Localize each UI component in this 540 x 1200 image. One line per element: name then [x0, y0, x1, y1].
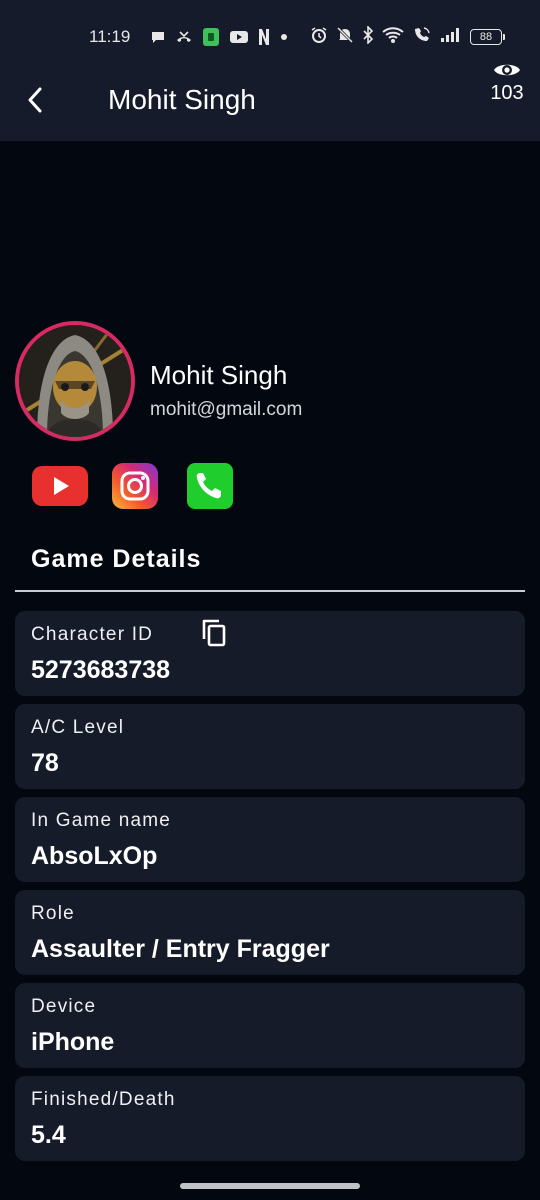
copy-button[interactable]	[199, 617, 229, 649]
detail-card-ac-level: A/C Level 78	[15, 704, 525, 789]
instagram-button[interactable]	[111, 463, 158, 509]
netflix-icon	[258, 28, 270, 46]
chevron-left-icon	[28, 87, 42, 113]
bluetooth-icon	[362, 24, 374, 49]
mute-icon	[336, 26, 354, 49]
battery-icon: 88	[470, 29, 505, 45]
youtube-button[interactable]	[32, 463, 88, 509]
detail-card-finished-death: Finished/Death 5.4	[15, 1076, 525, 1161]
signal-icon	[440, 27, 462, 48]
missed-call-icon	[175, 29, 193, 45]
detail-label: Device	[31, 996, 97, 1017]
detail-value: iPhone	[31, 1028, 115, 1056]
status-bar: 11:19 88	[0, 22, 540, 52]
alarm-icon	[310, 26, 328, 49]
dot-icon	[279, 32, 289, 42]
detail-label: Finished/Death	[31, 1089, 176, 1110]
youtube-icon	[229, 29, 249, 45]
app-icon	[202, 27, 220, 47]
detail-value: 78	[31, 749, 59, 777]
status-time: 11:19	[89, 27, 131, 46]
section-divider	[15, 590, 525, 592]
detail-card-in-game-name: In Game name AbsoLxOp	[15, 797, 525, 882]
system-icons: 88	[310, 24, 505, 49]
detail-value: Assaulter / Entry Fragger	[31, 935, 330, 963]
detail-card-character-id: Character ID 5273683738	[15, 611, 525, 696]
section-title: Game Details	[31, 545, 202, 573]
profile-name: Mohit Singh	[150, 360, 288, 390]
chat-icon	[150, 29, 166, 45]
profile-screen: 11:19 88 Mohit Singh 103 Mohit Singh moh…	[0, 0, 540, 1200]
app-header: 11:19 88 Mohit Singh 103	[0, 0, 540, 141]
copy-icon	[202, 619, 226, 647]
wifi-icon	[382, 26, 404, 49]
view-count: 103	[490, 82, 524, 104]
phone-icon	[187, 463, 233, 509]
detail-label: Role	[31, 903, 75, 924]
detail-label: In Game name	[31, 810, 172, 831]
wifi-call-icon	[412, 26, 432, 49]
avatar	[15, 321, 135, 441]
notification-icons	[150, 25, 289, 49]
detail-card-role: Role Assaulter / Entry Fragger	[15, 890, 525, 975]
page-title: Mohit Singh	[108, 84, 256, 115]
detail-value: 5273683738	[31, 656, 171, 684]
view-counter: 103	[480, 60, 534, 105]
instagram-icon	[111, 463, 158, 509]
phone-button[interactable]	[187, 463, 233, 509]
detail-label: A/C Level	[31, 717, 125, 738]
detail-card-device: Device iPhone	[15, 983, 525, 1068]
home-indicator[interactable]	[180, 1183, 360, 1189]
back-button[interactable]	[18, 82, 52, 118]
detail-value: AbsoLxOp	[31, 842, 158, 870]
youtube-icon	[32, 466, 88, 506]
eye-icon	[494, 64, 520, 76]
detail-value: 5.4	[31, 1121, 66, 1149]
avatar-image	[19, 325, 131, 437]
profile-email: mohit@gmail.com	[150, 399, 303, 420]
detail-label: Character ID	[31, 624, 154, 645]
